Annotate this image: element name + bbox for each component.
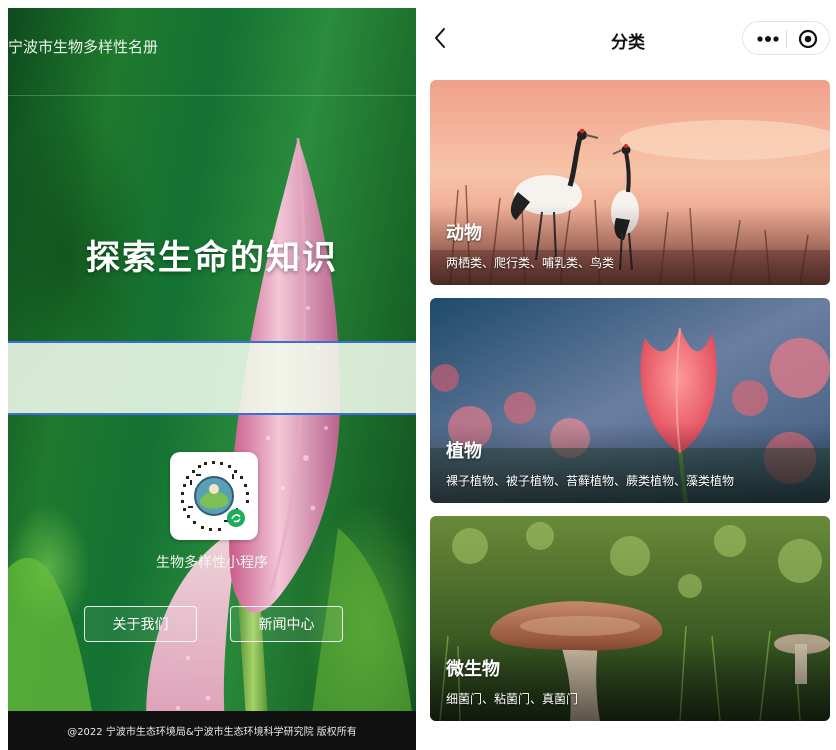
- footer-copyright: @2022 宁波市生态环境局&宁波市生态环境科学研究院 版权所有: [8, 711, 416, 750]
- app-title: 宁波市生物多样性名册: [8, 38, 159, 56]
- mini-program-capsule: [742, 21, 830, 55]
- mini-program-qr-code: [170, 452, 258, 540]
- search-bar[interactable]: [8, 341, 416, 415]
- category-card-plants[interactable]: 植物 裸子植物、被子植物、苔藓植物、蕨类植物、藻类植物: [430, 298, 830, 503]
- category-subtitle: 两栖类、爬行类、哺乳类、鸟类: [446, 256, 615, 270]
- hero-slogan: 探索生命的知识: [86, 238, 338, 278]
- category-subtitle: 裸子植物、被子植物、苔藓植物、蕨类植物、藻类植物: [446, 474, 735, 488]
- target-circle-icon[interactable]: [798, 29, 818, 49]
- category-title: 微生物: [446, 659, 500, 680]
- news-center-button[interactable]: 新闻中心: [230, 606, 343, 642]
- category-subtitle: 细菌门、粘菌门、真菌门: [446, 692, 579, 706]
- card-shade: [430, 641, 830, 721]
- header-divider: [8, 95, 416, 96]
- capsule-divider: [786, 30, 787, 48]
- card-shade: [430, 205, 830, 285]
- home-screen: 宁波市生物多样性名册 探索生命的知识 生物多样性小程序 关于我们 新闻中心 @2…: [8, 8, 416, 750]
- qr-code-icon: [176, 458, 252, 534]
- category-screen: 分类 动物 两栖类、爬行类、哺乳类、鸟类 植物 裸子植物、被子植物、苔藓植物、蕨…: [420, 0, 836, 750]
- category-title: 动物: [446, 223, 482, 244]
- about-us-button[interactable]: 关于我们: [84, 606, 197, 642]
- category-card-microbes[interactable]: 微生物 细菌门、粘菌门、真菌门: [430, 516, 830, 721]
- category-title: 植物: [446, 441, 482, 462]
- more-dots-icon[interactable]: [757, 36, 779, 42]
- category-card-animals[interactable]: 动物 两栖类、爬行类、哺乳类、鸟类: [430, 80, 830, 285]
- card-shade: [430, 423, 830, 503]
- navigation-bar: 分类: [420, 0, 836, 78]
- mini-program-caption: 生物多样性小程序: [156, 555, 268, 571]
